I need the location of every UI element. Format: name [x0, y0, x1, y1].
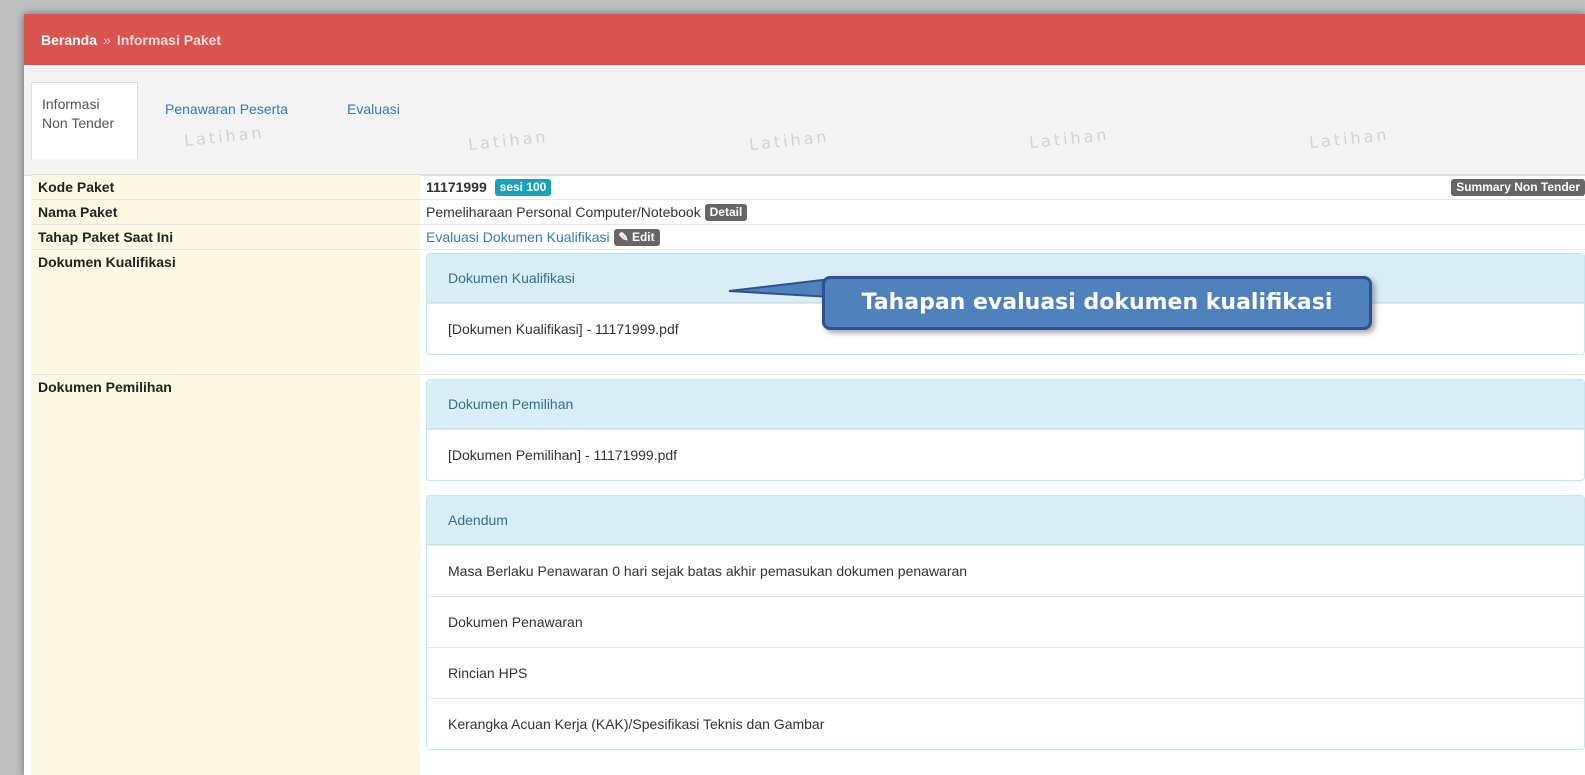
tab-informasi-non-tender[interactable]: Informasi Non Tender: [31, 82, 138, 159]
edit-button[interactable]: ✎ Edit: [613, 229, 660, 246]
nama-paket-value: Pemeliharaan Personal Computer/Notebook: [426, 204, 701, 220]
label-tahap-paket: Tahap Paket Saat Ini: [31, 225, 420, 249]
tab-bar: Informasi Non Tender Penawaran Peserta E…: [24, 65, 1585, 176]
watermark: Latihan: [1308, 124, 1391, 153]
callout-annotation: Tahapan evaluasi dokumen kualifikasi: [822, 276, 1372, 330]
breadcrumb-current: Informasi Paket: [116, 31, 222, 48]
watermark: Latihan: [1028, 124, 1111, 153]
kode-paket-value: 11171999: [426, 179, 487, 195]
edit-icon: ✎: [618, 230, 629, 244]
tab-label-line1: Informasi: [42, 96, 100, 112]
row-tahap-paket: Tahap Paket Saat Ini Evaluasi Dokumen Ku…: [31, 224, 1585, 249]
breadcrumb: Beranda » Informasi Paket: [24, 14, 1585, 65]
file-link[interactable]: [Dokumen Pemilihan] - 11171999.pdf: [427, 429, 1584, 480]
adendum-item[interactable]: Rincian HPS: [427, 647, 1584, 698]
watermark: Latihan: [467, 126, 550, 155]
breadcrumb-home-link[interactable]: Beranda: [41, 32, 97, 48]
package-info-table: Kode Paket 11171999 sesi 100 Summary Non…: [31, 174, 1585, 775]
watermark: Latihan: [183, 122, 266, 151]
row-kode-paket: Kode Paket 11171999 sesi 100 Summary Non…: [31, 174, 1585, 199]
page-frame: Beranda » Informasi Paket Informasi Non …: [24, 14, 1585, 775]
adendum-item[interactable]: Dokumen Penawaran: [427, 596, 1584, 647]
tahap-paket-link[interactable]: Evaluasi Dokumen Kualifikasi: [426, 229, 610, 245]
label-kode-paket: Kode Paket: [31, 175, 420, 199]
tab-label-line2: Non Tender: [42, 115, 115, 131]
label-dokumen-pemilihan: Dokumen Pemilihan: [31, 375, 420, 775]
tab-evaluasi[interactable]: Evaluasi: [347, 100, 400, 119]
row-nama-paket: Nama Paket Pemeliharaan Personal Compute…: [31, 199, 1585, 224]
label-nama-paket: Nama Paket: [31, 200, 420, 224]
breadcrumb-separator: »: [103, 31, 111, 48]
edit-button-label: Edit: [631, 230, 655, 244]
callout-pointer: [728, 279, 832, 299]
detail-button[interactable]: Detail: [704, 204, 748, 221]
watermark: Latihan: [748, 126, 831, 155]
tab-penawaran-peserta[interactable]: Penawaran Peserta: [165, 100, 288, 119]
adendum-item[interactable]: Masa Berlaku Penawaran 0 hari sejak bata…: [427, 545, 1584, 596]
panel-heading: Dokumen Pemilihan: [427, 380, 1584, 429]
panel-heading: Adendum: [427, 496, 1584, 545]
panel-adendum: Adendum Masa Berlaku Penawaran 0 hari se…: [426, 495, 1585, 750]
label-dokumen-kualifikasi: Dokumen Kualifikasi: [31, 250, 420, 374]
summary-non-tender-button[interactable]: Summary Non Tender: [1451, 179, 1585, 196]
adendum-item[interactable]: Kerangka Acuan Kerja (KAK)/Spesifikasi T…: [427, 698, 1584, 749]
panel-dokumen-pemilihan: Dokumen Pemilihan [Dokumen Pemilihan] - …: [426, 379, 1585, 481]
row-dokumen-pemilihan: Dokumen Pemilihan Dokumen Pemilihan [Dok…: [31, 374, 1585, 775]
sesi-badge: sesi 100: [494, 179, 552, 196]
